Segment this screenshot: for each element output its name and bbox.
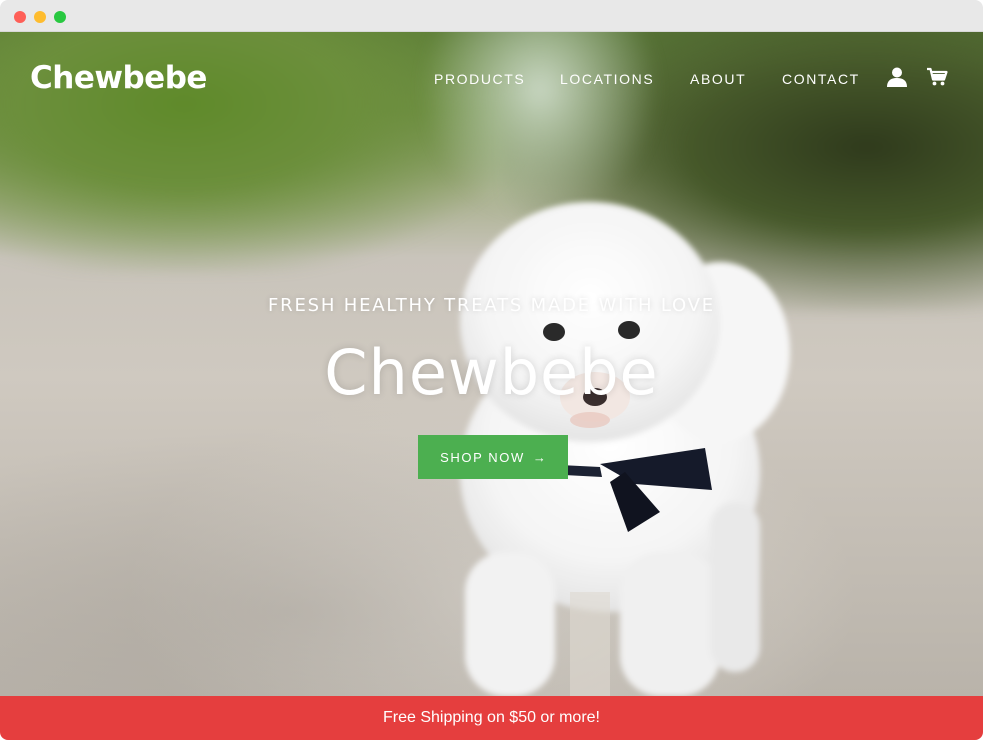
shop-now-label: SHOP NOW (440, 449, 525, 465)
dog-photo (460, 202, 790, 696)
browser-window: Chewbebe PRODUCTS LOCATIONS ABOUT CONTAC… (0, 0, 983, 740)
window-titlebar (0, 0, 983, 32)
nav-link-products[interactable]: PRODUCTS (434, 71, 525, 87)
window-minimize-button[interactable] (34, 11, 46, 23)
site-logo[interactable]: Chewbebe (30, 60, 207, 96)
promo-text: Free Shipping on $50 or more! (382, 709, 600, 726)
account-icon[interactable] (886, 66, 908, 88)
nav-link-locations[interactable]: LOCATIONS (560, 71, 654, 87)
promo-banner[interactable]: Free Shipping on $50 or more! (0, 696, 983, 740)
window-close-button[interactable] (14, 11, 26, 23)
site-header: Chewbebe PRODUCTS LOCATIONS ABOUT CONTAC… (0, 32, 983, 124)
nav-link-contact[interactable]: CONTACT (782, 71, 860, 87)
shop-now-button[interactable]: SHOP NOW → (418, 435, 568, 479)
hero-tagline: FRESH HEALTHY TREATS MADE WITH LOVE (268, 295, 715, 316)
nav-link-about[interactable]: ABOUT (690, 71, 746, 87)
hero-title: Chewbebe (324, 336, 659, 409)
arrow-right-icon: → (532, 449, 546, 465)
cart-icon[interactable] (926, 66, 948, 88)
window-maximize-button[interactable] (54, 11, 66, 23)
